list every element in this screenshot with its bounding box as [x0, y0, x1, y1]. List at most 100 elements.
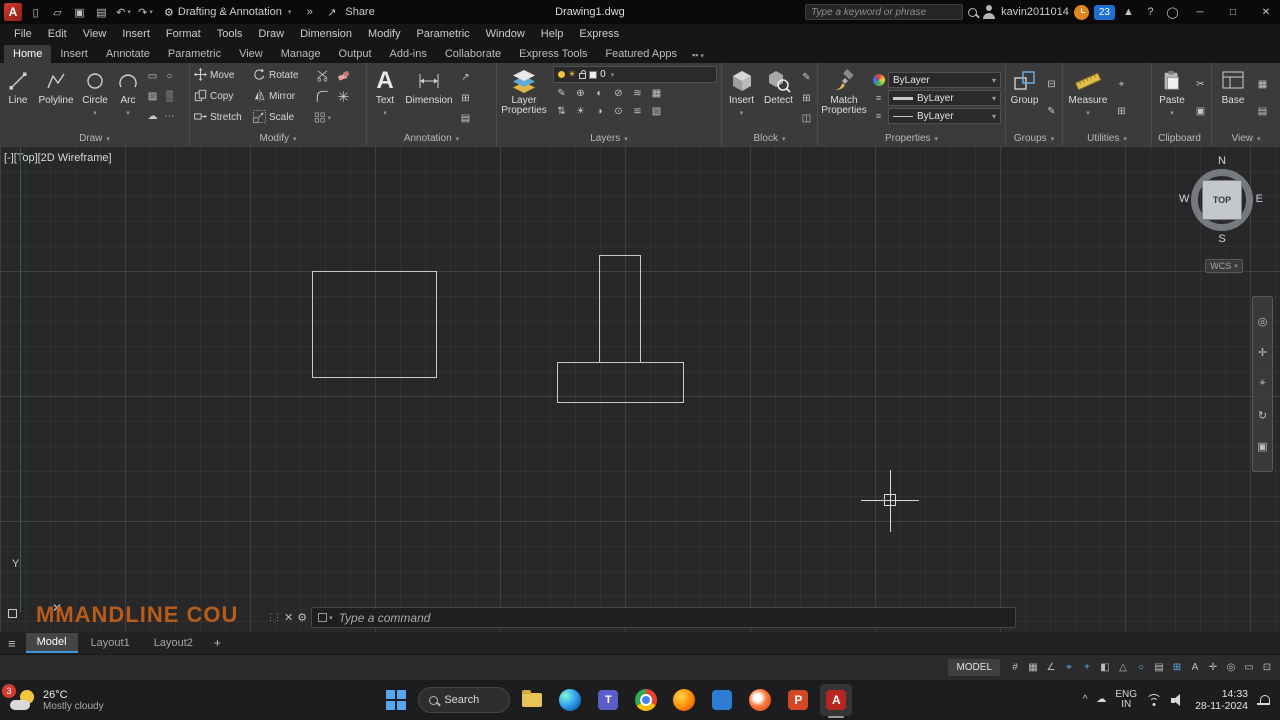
viewcube-south[interactable]: S: [1183, 233, 1261, 245]
wcs-dropdown[interactable]: WCS: [1205, 259, 1243, 273]
volume-icon[interactable]: [1171, 694, 1186, 706]
tab-featured-apps[interactable]: Featured Apps: [596, 45, 686, 63]
autodesk-icon[interactable]: ▲: [1120, 4, 1137, 21]
notification-icon[interactable]: ◯: [1164, 4, 1181, 21]
layer-tool-icon[interactable]: ▦: [648, 85, 665, 101]
layer-tool-icon[interactable]: ⊘: [610, 85, 627, 101]
menu-parametric[interactable]: Parametric: [408, 28, 477, 40]
menu-draw[interactable]: Draw: [250, 28, 292, 40]
copy-button[interactable]: Copy: [194, 88, 252, 106]
model-space-toggle[interactable]: MODEL: [948, 659, 1000, 676]
quick-calc-icon[interactable]: ⊞: [1113, 104, 1130, 120]
edge-button[interactable]: [554, 684, 586, 716]
rotate-button[interactable]: Rotate: [253, 67, 313, 85]
new-layout-button[interactable]: +: [206, 636, 229, 650]
tab-express-tools[interactable]: Express Tools: [510, 45, 596, 63]
layer-tool-icon[interactable]: ◑: [591, 103, 608, 119]
create-block-icon[interactable]: ⊞: [798, 90, 815, 106]
layer-dropdown[interactable]: ☀ 0: [553, 66, 717, 83]
redo-icon[interactable]: ↷: [137, 4, 154, 21]
erase-tool-icon[interactable]: [335, 68, 352, 84]
mirror-button[interactable]: Mirror: [253, 88, 313, 106]
ungroup-icon[interactable]: ⊟: [1043, 76, 1060, 92]
hatch-tool-icon[interactable]: ▨: [144, 88, 161, 104]
dimension-button[interactable]: Dimension: [403, 65, 455, 131]
panel-label-properties[interactable]: Properties: [818, 131, 1005, 146]
measure-button[interactable]: Measure: [1065, 65, 1111, 131]
infer-constraints-icon[interactable]: ∠: [1042, 659, 1060, 677]
layer-tool-icon[interactable]: ✎: [553, 85, 570, 101]
open-file-icon[interactable]: ▱: [49, 4, 66, 21]
named-views-icon[interactable]: ▤: [1254, 104, 1271, 120]
stretch-button[interactable]: Stretch: [194, 109, 252, 127]
menu-express[interactable]: Express: [571, 28, 627, 40]
trim-tool-icon[interactable]: [314, 68, 331, 84]
trial-days-badge[interactable]: 23: [1093, 4, 1115, 20]
multiple-points-tool-icon[interactable]: ⋯: [161, 108, 178, 124]
panel-label-block[interactable]: Block: [722, 131, 817, 146]
annotation-scale-icon[interactable]: ◎: [1222, 659, 1240, 677]
menu-edit[interactable]: Edit: [40, 28, 75, 40]
keyword-search-input[interactable]: [805, 4, 964, 20]
explode-tool-icon[interactable]: [335, 89, 352, 105]
array-tool-icon[interactable]: [314, 110, 331, 126]
viewcube-north[interactable]: N: [1183, 155, 1261, 167]
paste-button[interactable]: Paste: [1154, 65, 1190, 131]
help-icon[interactable]: ?: [1142, 4, 1159, 21]
onedrive-cloud-icon[interactable]: ☁: [1096, 695, 1106, 705]
trial-clock-icon[interactable]: [1073, 4, 1089, 20]
group-edit-icon[interactable]: ✎: [1043, 104, 1060, 120]
polar-tracking-icon[interactable]: ◧: [1096, 659, 1114, 677]
edit-attribute-icon[interactable]: ✎: [798, 70, 815, 86]
search-icon[interactable]: [968, 7, 978, 17]
file-explorer-button[interactable]: [516, 684, 548, 716]
ortho-mode-icon[interactable]: +: [1078, 659, 1096, 677]
tab-view[interactable]: View: [230, 45, 272, 63]
quick-select-icon[interactable]: ⌖: [1113, 76, 1130, 92]
viewcube-east[interactable]: E: [1256, 193, 1263, 205]
command-input[interactable]: [338, 610, 1009, 625]
menu-dimension[interactable]: Dimension: [292, 28, 360, 40]
menu-modify[interactable]: Modify: [360, 28, 408, 40]
menu-format[interactable]: Format: [158, 28, 209, 40]
username[interactable]: kavin2011014: [1001, 6, 1069, 18]
tab-output[interactable]: Output: [330, 45, 381, 63]
chrome-button[interactable]: [630, 684, 662, 716]
panel-label-modify[interactable]: Modify: [190, 131, 366, 146]
qat-overflow-icon[interactable]: »: [301, 4, 318, 21]
ellipse-tool-icon[interactable]: ○: [161, 68, 178, 84]
rectangle-tool-icon[interactable]: ▭: [144, 68, 161, 84]
detect-button[interactable]: Detect: [761, 65, 796, 131]
fillet-tool-icon[interactable]: [314, 89, 331, 105]
start-button[interactable]: [380, 684, 412, 716]
tab-insert[interactable]: Insert: [51, 45, 97, 63]
dynamic-input-icon[interactable]: ⌖: [1060, 659, 1078, 677]
workspace-dropdown[interactable]: ⚙ Drafting & Annotation: [159, 4, 296, 21]
linetype-dropdown[interactable]: ByLayer ▾: [888, 108, 1001, 124]
layer-tool-icon[interactable]: ⊙: [610, 103, 627, 119]
share-icon[interactable]: ↗: [323, 4, 340, 21]
isometric-drafting-icon[interactable]: △: [1114, 659, 1132, 677]
command-recent-icon[interactable]: [318, 613, 333, 622]
new-file-icon[interactable]: ▯: [27, 4, 44, 21]
layer-tool-icon[interactable]: ⊕: [572, 85, 589, 101]
save-icon[interactable]: ▣: [71, 4, 88, 21]
autocad-taskbar-button[interactable]: A: [820, 684, 853, 718]
maximize-button[interactable]: □: [1219, 0, 1247, 24]
store-button[interactable]: [706, 684, 738, 716]
command-grip-icon[interactable]: ⋮⋮: [266, 612, 282, 623]
tab-manage[interactable]: Manage: [272, 45, 330, 63]
wifi-icon[interactable]: [1146, 694, 1162, 706]
tab-parametric[interactable]: Parametric: [159, 45, 230, 63]
layer-tool-icon[interactable]: ⇅: [553, 103, 570, 119]
command-close-icon[interactable]: ✕: [284, 611, 293, 624]
panel-label-layers[interactable]: Layers: [497, 131, 721, 146]
notification-bell-icon[interactable]: [1257, 694, 1270, 707]
command-customize-icon[interactable]: ⚙: [297, 611, 307, 624]
panel-label-draw[interactable]: Draw: [0, 131, 189, 146]
menu-help[interactable]: Help: [533, 28, 572, 40]
annotation-visibility-icon[interactable]: A: [1186, 659, 1204, 677]
menu-tools[interactable]: Tools: [209, 28, 251, 40]
drawn-rectangle[interactable]: [312, 271, 437, 378]
tab-layout2[interactable]: Layout2: [143, 634, 204, 652]
